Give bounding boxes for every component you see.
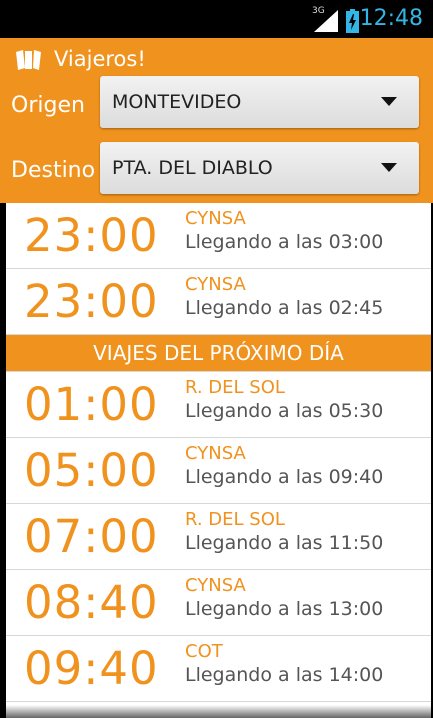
bus-company: CYNSA [185,208,246,229]
origin-label: Origen [11,93,85,118]
trip-row[interactable]: 05:00 CYNSA Llegando a las 09:40 [6,438,431,504]
arrival-text: Llegando a las 05:30 [185,400,384,422]
arrival-text: Llegando a las 13:00 [185,598,384,620]
app-title: Viajeros! [54,47,146,71]
trip-row[interactable]: 08:40 CYNSA Llegando a las 13:00 [6,570,431,636]
departure-time: 07:00 [24,510,159,563]
signal-icon [314,10,338,32]
next-day-section-header: VIAJES DEL PRÓXIMO DÍA [6,335,431,372]
destination-select[interactable]: PTA. DEL DIABLO [100,142,419,194]
departure-time: 23:00 [24,275,159,328]
trip-row[interactable]: 07:00 R. DEL SOL Llegando a las 11:50 [6,504,431,570]
bus-company: CYNSA [185,443,246,464]
search-header: Viajeros! Origen MONTEVIDEO Destino PTA.… [0,38,433,203]
dropdown-arrow-icon [381,97,397,106]
dropdown-arrow-icon [381,163,397,172]
trip-row[interactable]: 01:00 R. DEL SOL Llegando a las 05:30 [6,372,431,438]
trips-list[interactable]: 23:00 CYNSA Llegando a las 03:00 23:00 C… [6,203,431,718]
status-bar: 3G 12:48 [0,0,433,38]
bus-company: COT [185,641,223,662]
destination-value: PTA. DEL DIABLO [112,157,273,179]
origin-select[interactable]: MONTEVIDEO [100,76,419,128]
arrival-text: Llegando a las 02:45 [185,297,384,319]
bus-company: R. DEL SOL [185,377,285,398]
origin-value: MONTEVIDEO [112,91,242,113]
status-clock: 12:48 [359,6,423,31]
departure-time: 01:00 [24,378,159,431]
departure-time: 05:00 [24,444,159,497]
destination-label: Destino [11,158,96,183]
bus-company: CYNSA [185,575,246,596]
trip-row[interactable]: 23:00 CYNSA Llegando a las 03:00 [6,203,431,269]
departure-time: 23:00 [24,209,159,262]
arrival-text: Llegando a las 09:40 [185,466,384,488]
bus-company: CYNSA [185,274,246,295]
trip-row[interactable]: 09:40 COT Llegando a las 14:00 [6,636,431,702]
arrival-text: Llegando a las 03:00 [185,231,384,253]
battery-charging-icon [346,9,359,33]
trip-row[interactable]: 23:00 CYNSA Llegando a las 02:45 [6,269,431,335]
arrival-text: Llegando a las 14:00 [185,664,384,686]
bus-company: R. DEL SOL [185,509,285,530]
arrival-text: Llegando a las 11:50 [185,532,384,554]
tickets-icon [16,50,41,70]
app-title-bar: Viajeros! [14,44,146,74]
bottom-edge-shadow [0,705,433,718]
departure-time: 08:40 [24,576,159,629]
departure-time: 09:40 [24,642,159,695]
